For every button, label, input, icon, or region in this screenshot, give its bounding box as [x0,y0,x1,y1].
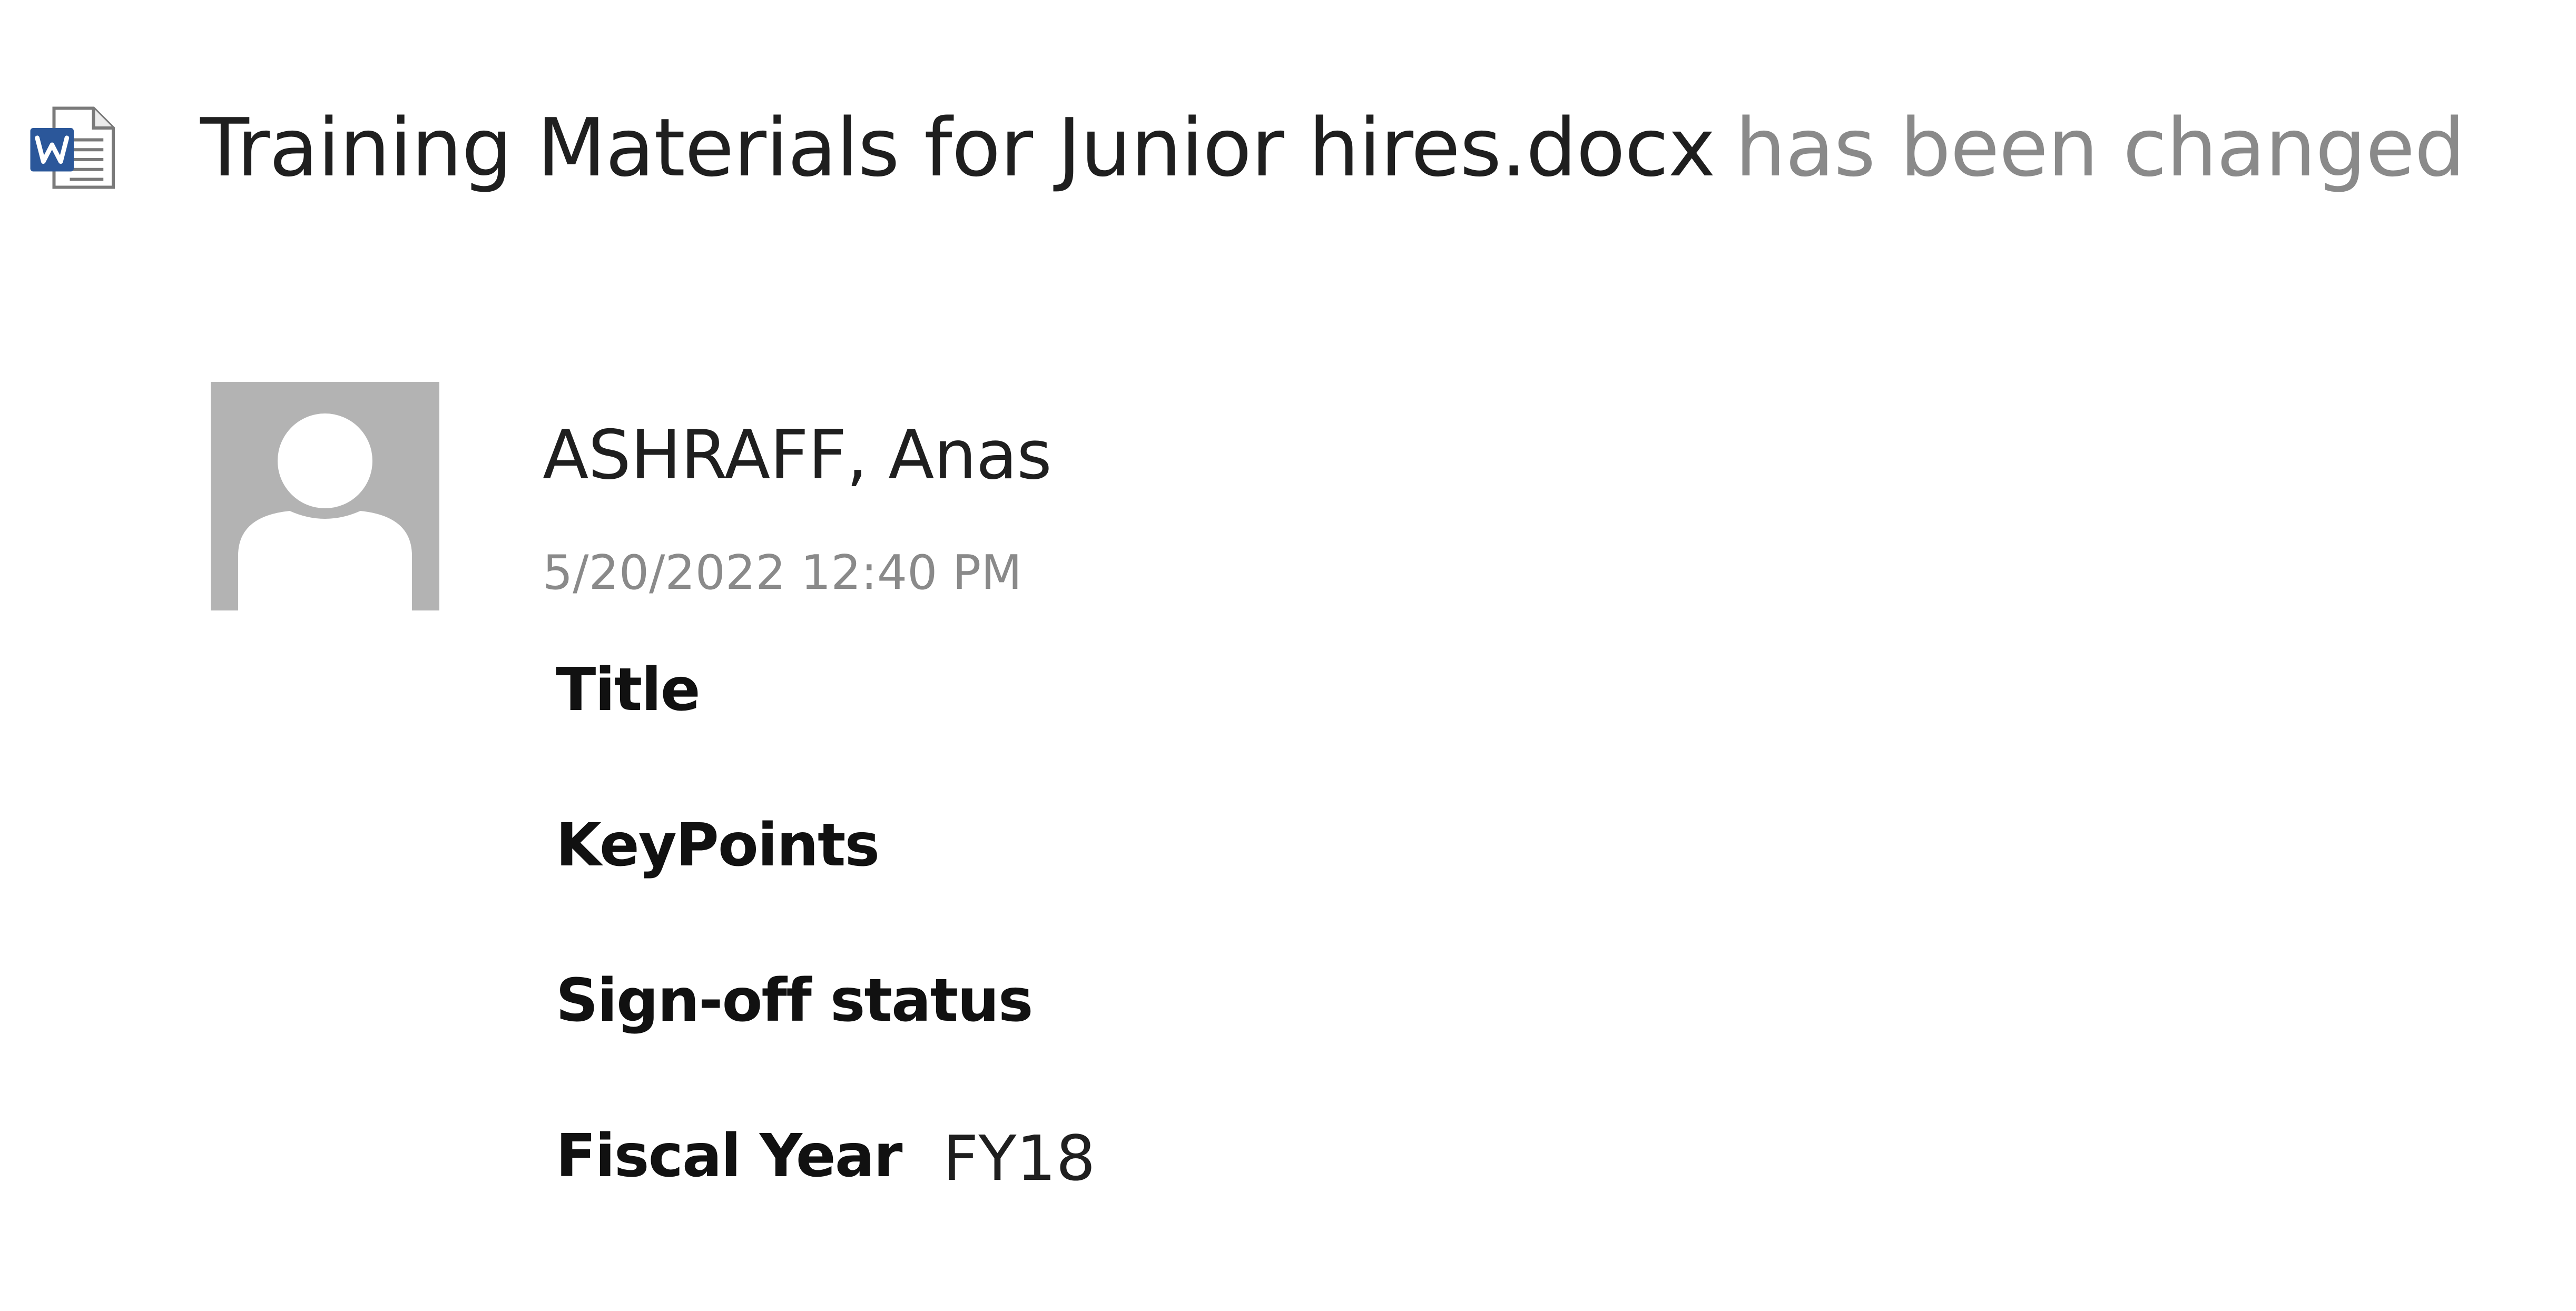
timestamp: 5/20/2022 12:40 PM [543,545,1022,600]
field-row-sign-off-status: Sign-off status [556,967,1096,1122]
field-row-fiscal-year: Fiscal Year FY18 [556,1122,1096,1277]
changed-fields-list: Title KeyPoints Sign-off status Fiscal Y… [556,656,1096,1277]
field-label: Title [556,656,701,724]
document-name-link[interactable]: Training Materials for Junior hires.docx [200,101,1716,194]
change-description: has been changed [1735,101,2465,194]
notification-header: Training Materials for Junior hires.docx… [26,79,2465,216]
field-label: Fiscal Year [556,1122,903,1190]
field-label: Sign-off status [556,967,1034,1035]
person-silhouette-icon [238,413,412,610]
avatar [211,382,439,610]
field-value: FY18 [942,1122,1096,1195]
author-name[interactable]: ASHRAFF, Anas [543,416,1052,495]
field-label: KeyPoints [556,811,880,880]
field-row-keypoints: KeyPoints [556,811,1096,967]
word-document-icon[interactable] [26,99,121,196]
field-row-title: Title [556,656,1096,811]
